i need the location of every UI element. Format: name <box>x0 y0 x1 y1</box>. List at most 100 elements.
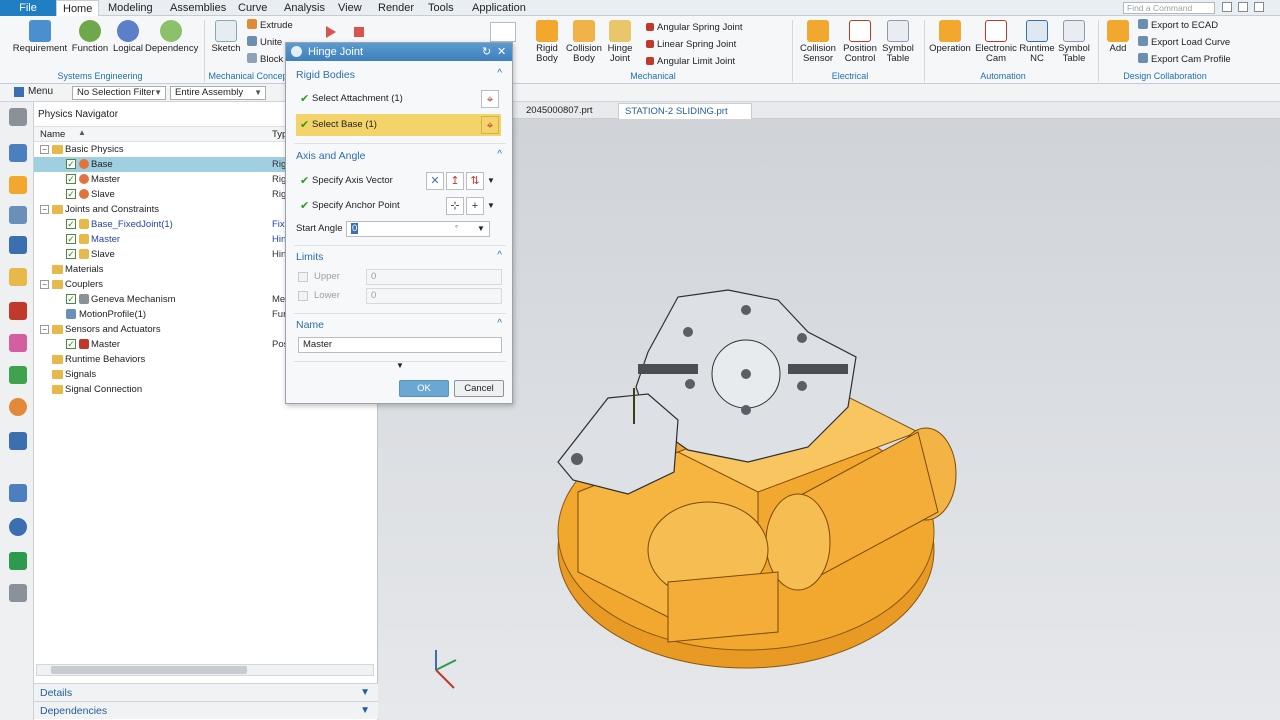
tree-row[interactable]: ✓ Geneva Mechanism <box>34 292 304 307</box>
collapse-icon[interactable]: − <box>40 145 49 154</box>
ok-button[interactable]: OK <box>399 380 449 397</box>
reuse-library-icon[interactable] <box>9 236 27 254</box>
tree-row[interactable]: ✓ Master <box>34 337 304 352</box>
column-name[interactable]: Name <box>40 129 65 140</box>
function-button[interactable]: Function <box>70 20 110 54</box>
tree-row[interactable]: ✓ Base <box>34 157 304 172</box>
crosshair-icon[interactable]: ⌖ <box>481 116 499 134</box>
export-cam-profile-button[interactable]: Export Cam Profile <box>1138 53 1231 67</box>
checkbox[interactable]: ✓ <box>66 159 76 169</box>
checkbox[interactable]: ✓ <box>66 294 76 304</box>
collision-body-button[interactable]: Collision Body <box>566 20 602 64</box>
tab-document-active[interactable]: STATION-2 SLIDING.prt <box>618 103 752 119</box>
window-icon[interactable] <box>1238 2 1248 12</box>
tree-row[interactable]: Signals <box>34 367 304 382</box>
export-to-ecad-button[interactable]: Export to ECAD <box>1138 19 1218 33</box>
tree-row[interactable]: ✓ Slave <box>34 247 304 262</box>
signal-mapping-icon[interactable] <box>9 302 27 320</box>
section-name[interactable]: Name <box>296 319 324 331</box>
upper-limit-checkbox[interactable] <box>298 272 308 282</box>
start-angle-field[interactable]: 0 ° ▼ <box>346 221 490 237</box>
tree-row[interactable]: Runtime Behaviors <box>34 352 304 367</box>
tree-row[interactable]: ✓ Master <box>34 172 304 187</box>
tree-row[interactable]: Materials <box>34 262 304 277</box>
tab-modeling[interactable]: Modeling <box>102 0 159 16</box>
point-dialog-icon[interactable]: ⊹ <box>446 197 464 215</box>
chevron-up-icon[interactable]: ^ <box>497 68 502 79</box>
section-rigid-bodies[interactable]: Rigid Bodies <box>296 69 355 81</box>
runtime-expressions-icon[interactable] <box>9 366 27 384</box>
tree-row[interactable]: ✓ Slave <box>34 187 304 202</box>
collision-sensor-button[interactable]: Collision Sensor <box>798 20 838 64</box>
reverse-direction-icon[interactable]: ⇅ <box>466 172 484 190</box>
assembly-navigator-icon[interactable] <box>9 144 27 162</box>
automation-symbol-table-button[interactable]: Symbol Table <box>1056 20 1092 64</box>
runtime-inspector-icon[interactable] <box>9 334 27 352</box>
angular-spring-joint-button[interactable]: Angular Spring Joint <box>646 21 743 35</box>
selection-filter-select[interactable]: No Selection Filter ▼ <box>72 86 166 100</box>
electronic-cam-button[interactable]: Electronic Cam <box>974 20 1018 64</box>
requirement-button[interactable]: Requirement <box>12 20 68 54</box>
lower-limit-checkbox[interactable] <box>298 291 308 301</box>
specify-anchor-point-row[interactable]: ✔ Specify Anchor Point ⊹ + ▼ <box>296 195 501 217</box>
runtime-nc-button[interactable]: Runtime NC <box>1018 20 1056 64</box>
collapse-icon[interactable]: − <box>40 205 49 214</box>
play-icon[interactable] <box>326 26 336 38</box>
tree-row[interactable]: Signal Connection <box>34 382 304 397</box>
system-materials-icon[interactable] <box>9 584 27 602</box>
scrollbar-thumb[interactable] <box>51 666 247 674</box>
chevron-down-icon[interactable]: ▼ <box>477 222 485 236</box>
collapse-icon[interactable]: − <box>40 280 49 289</box>
angular-limit-joint-button[interactable]: Angular Limit Joint <box>646 55 735 69</box>
checkbox[interactable]: ✓ <box>66 189 76 199</box>
inferred-point-icon[interactable]: + <box>466 197 484 215</box>
graph-icon[interactable] <box>490 22 516 42</box>
chevron-down-icon[interactable]: ▼ <box>487 195 495 217</box>
add-button[interactable]: Add <box>1104 20 1132 54</box>
checkbox[interactable]: ✓ <box>66 174 76 184</box>
clock-icon[interactable] <box>9 518 27 536</box>
extrude-button[interactable]: Extrude <box>247 19 293 33</box>
settings-icon[interactable] <box>1254 2 1264 12</box>
collapse-icon[interactable]: − <box>40 325 49 334</box>
unite-button[interactable]: Unite <box>247 36 282 50</box>
crosshair-icon[interactable]: ⌖ <box>481 90 499 108</box>
gear-icon[interactable] <box>9 108 27 126</box>
specify-axis-vector-row[interactable]: ✔ Specify Axis Vector ✕ ↥ ⇅ ▼ <box>296 170 501 192</box>
dependencies-panel-header[interactable]: Dependencies ▼ <box>34 701 378 719</box>
operation-button[interactable]: Operation <box>928 20 972 54</box>
history-icon[interactable] <box>9 398 27 416</box>
tree-row[interactable]: ✓ Base_FixedJoint(1) <box>34 217 304 232</box>
tree-row[interactable]: − Basic Physics <box>34 142 304 157</box>
chevron-up-icon[interactable]: ^ <box>497 318 502 329</box>
tree-row[interactable]: − Sensors and Actuators <box>34 322 304 337</box>
tab-file[interactable]: File <box>0 0 56 16</box>
chevron-up-icon[interactable]: ^ <box>497 250 502 261</box>
hinge-joint-button[interactable]: Hinge Joint <box>604 20 636 64</box>
linear-spring-joint-button[interactable]: Linear Spring Joint <box>646 38 736 52</box>
more-options-icon[interactable]: ▼ <box>396 361 404 370</box>
web-browser-icon[interactable] <box>9 432 27 450</box>
help-icon[interactable] <box>1222 2 1232 12</box>
tab-view[interactable]: View <box>332 0 368 16</box>
roles-icon[interactable] <box>9 552 27 570</box>
tab-tools[interactable]: Tools <box>422 0 460 16</box>
select-attachment-row[interactable]: ✔ Select Attachment (1) ⌖ <box>296 88 501 110</box>
part-navigator-icon[interactable] <box>9 206 27 224</box>
section-axis-and-angle[interactable]: Axis and Angle <box>296 150 365 162</box>
process-studio-icon[interactable] <box>9 484 27 502</box>
inferred-vector-icon[interactable]: ✕ <box>426 172 444 190</box>
stop-icon[interactable] <box>354 27 364 37</box>
checkbox[interactable]: ✓ <box>66 249 76 259</box>
tree-row[interactable]: ✓ Master <box>34 232 304 247</box>
sketch-button[interactable]: Sketch <box>210 20 242 54</box>
close-icon[interactable]: ✕ <box>497 43 506 61</box>
checkbox[interactable]: ✓ <box>66 219 76 229</box>
tree-row[interactable]: − Joints and Constraints <box>34 202 304 217</box>
export-load-curve-button[interactable]: Export Load Curve <box>1138 36 1230 50</box>
dependency-button[interactable]: Dependency <box>145 20 198 54</box>
tab-assemblies[interactable]: Assemblies <box>164 0 232 16</box>
sequence-editor-icon[interactable] <box>9 268 27 286</box>
physics-navigator-icon[interactable] <box>9 176 27 194</box>
chevron-down-icon[interactable]: ▼ <box>487 170 495 192</box>
